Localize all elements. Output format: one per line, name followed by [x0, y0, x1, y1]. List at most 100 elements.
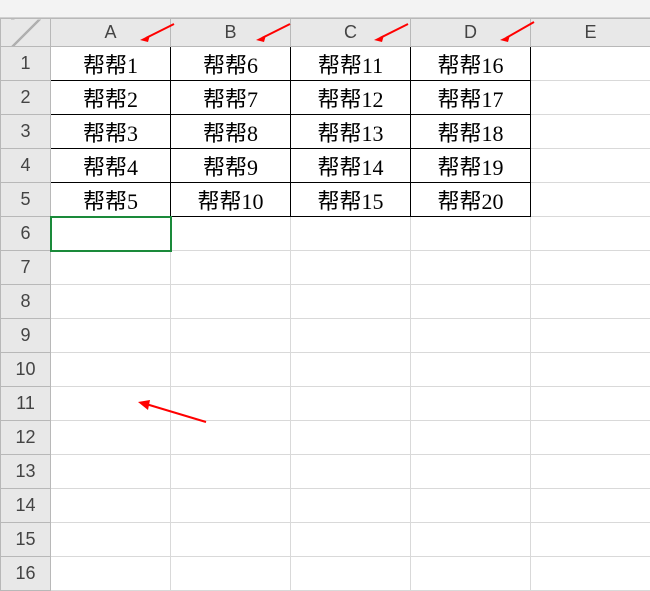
col-header-b[interactable]: B	[171, 19, 291, 47]
cell-c11[interactable]	[291, 387, 411, 421]
row-header-12[interactable]: 12	[1, 421, 51, 455]
col-header-c[interactable]: C	[291, 19, 411, 47]
cell-e16[interactable]	[531, 557, 650, 591]
cell-a8[interactable]	[51, 285, 171, 319]
cell-e15[interactable]	[531, 523, 650, 557]
row-header-13[interactable]: 13	[1, 455, 51, 489]
cell-c16[interactable]	[291, 557, 411, 591]
cell-b7[interactable]	[171, 251, 291, 285]
cell-b16[interactable]	[171, 557, 291, 591]
cell-e6[interactable]	[531, 217, 650, 251]
cell-c13[interactable]	[291, 455, 411, 489]
cell-d7[interactable]	[411, 251, 531, 285]
cell-a5[interactable]: 帮帮5	[51, 183, 171, 217]
col-header-e[interactable]: E	[531, 19, 650, 47]
cell-d14[interactable]	[411, 489, 531, 523]
cell-c4[interactable]: 帮帮14	[291, 149, 411, 183]
cell-d6[interactable]	[411, 217, 531, 251]
cell-c1[interactable]: 帮帮11	[291, 47, 411, 81]
cell-d9[interactable]	[411, 319, 531, 353]
cell-d1[interactable]: 帮帮16	[411, 47, 531, 81]
cell-b1[interactable]: 帮帮6	[171, 47, 291, 81]
cell-d12[interactable]	[411, 421, 531, 455]
cell-a15[interactable]	[51, 523, 171, 557]
cell-a2[interactable]: 帮帮2	[51, 81, 171, 115]
cell-c3[interactable]: 帮帮13	[291, 115, 411, 149]
cell-b5[interactable]: 帮帮10	[171, 183, 291, 217]
cell-b15[interactable]	[171, 523, 291, 557]
cell-e13[interactable]	[531, 455, 650, 489]
cell-a9[interactable]	[51, 319, 171, 353]
cell-a1[interactable]: 帮帮1	[51, 47, 171, 81]
cell-d10[interactable]	[411, 353, 531, 387]
cell-c15[interactable]	[291, 523, 411, 557]
cell-e8[interactable]	[531, 285, 650, 319]
cell-e14[interactable]	[531, 489, 650, 523]
cell-e11[interactable]	[531, 387, 650, 421]
cell-a14[interactable]	[51, 489, 171, 523]
row-header-5[interactable]: 5	[1, 183, 51, 217]
cell-c5[interactable]: 帮帮15	[291, 183, 411, 217]
cell-d16[interactable]	[411, 557, 531, 591]
cell-d11[interactable]	[411, 387, 531, 421]
col-header-a[interactable]: A	[51, 19, 171, 47]
cell-d15[interactable]	[411, 523, 531, 557]
cell-b3[interactable]: 帮帮8	[171, 115, 291, 149]
cell-e10[interactable]	[531, 353, 650, 387]
cell-c8[interactable]	[291, 285, 411, 319]
row-header-11[interactable]: 11	[1, 387, 51, 421]
cell-b10[interactable]	[171, 353, 291, 387]
spreadsheet-grid[interactable]: A B C D E 1 帮帮1 帮帮6 帮帮11 帮帮16 2 帮帮2 帮帮7 …	[0, 18, 650, 591]
cell-a11[interactable]	[51, 387, 171, 421]
cell-b4[interactable]: 帮帮9	[171, 149, 291, 183]
cell-a6[interactable]	[51, 217, 171, 251]
cell-b13[interactable]	[171, 455, 291, 489]
cell-b9[interactable]	[171, 319, 291, 353]
row-header-1[interactable]: 1	[1, 47, 51, 81]
row-header-4[interactable]: 4	[1, 149, 51, 183]
cell-a16[interactable]	[51, 557, 171, 591]
row-header-9[interactable]: 9	[1, 319, 51, 353]
cell-c9[interactable]	[291, 319, 411, 353]
cell-e9[interactable]	[531, 319, 650, 353]
row-header-6[interactable]: 6	[1, 217, 51, 251]
cell-d2[interactable]: 帮帮17	[411, 81, 531, 115]
row-header-8[interactable]: 8	[1, 285, 51, 319]
cell-a3[interactable]: 帮帮3	[51, 115, 171, 149]
cell-d4[interactable]: 帮帮19	[411, 149, 531, 183]
cell-b12[interactable]	[171, 421, 291, 455]
cell-c2[interactable]: 帮帮12	[291, 81, 411, 115]
cell-b2[interactable]: 帮帮7	[171, 81, 291, 115]
cell-b14[interactable]	[171, 489, 291, 523]
cell-b8[interactable]	[171, 285, 291, 319]
row-header-3[interactable]: 3	[1, 115, 51, 149]
cell-a7[interactable]	[51, 251, 171, 285]
cell-e3[interactable]	[531, 115, 650, 149]
cell-d5[interactable]: 帮帮20	[411, 183, 531, 217]
cell-e1[interactable]	[531, 47, 650, 81]
cell-b11[interactable]	[171, 387, 291, 421]
select-all-corner[interactable]	[1, 19, 51, 47]
row-header-15[interactable]: 15	[1, 523, 51, 557]
cell-c6[interactable]	[291, 217, 411, 251]
cell-b6[interactable]	[171, 217, 291, 251]
cell-e5[interactable]	[531, 183, 650, 217]
cell-a4[interactable]: 帮帮4	[51, 149, 171, 183]
cell-e2[interactable]	[531, 81, 650, 115]
cell-c10[interactable]	[291, 353, 411, 387]
cell-e7[interactable]	[531, 251, 650, 285]
cell-a10[interactable]	[51, 353, 171, 387]
row-header-2[interactable]: 2	[1, 81, 51, 115]
cell-e12[interactable]	[531, 421, 650, 455]
row-header-7[interactable]: 7	[1, 251, 51, 285]
cell-d13[interactable]	[411, 455, 531, 489]
cell-c14[interactable]	[291, 489, 411, 523]
cell-c7[interactable]	[291, 251, 411, 285]
col-header-d[interactable]: D	[411, 19, 531, 47]
cell-d3[interactable]: 帮帮18	[411, 115, 531, 149]
cell-a12[interactable]	[51, 421, 171, 455]
row-header-14[interactable]: 14	[1, 489, 51, 523]
cell-a13[interactable]	[51, 455, 171, 489]
cell-d8[interactable]	[411, 285, 531, 319]
cell-e4[interactable]	[531, 149, 650, 183]
